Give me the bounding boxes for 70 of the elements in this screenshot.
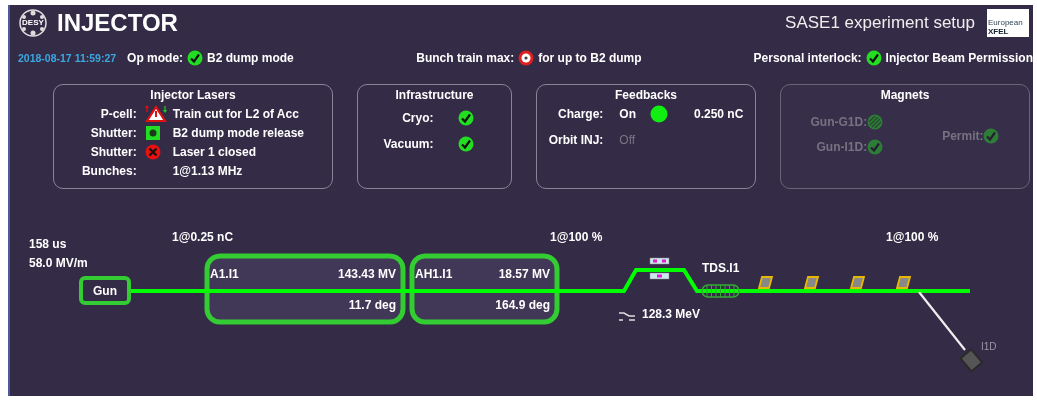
status-square-icon (144, 124, 161, 141)
setup-label: SASE1 experiment setup (785, 12, 975, 33)
check-icon (187, 50, 204, 66)
status-label: Bunch train max: (416, 51, 515, 65)
dump-line (918, 291, 966, 351)
limit-icon (518, 50, 535, 66)
state-value: Off (619, 132, 636, 147)
cavity-phase: 164.9 deg (495, 298, 550, 312)
check-icon (983, 127, 1000, 144)
check-icon (457, 135, 474, 152)
panel-title: Infrastructure (394, 87, 475, 104)
tds-label: TDS.I1 (702, 261, 740, 275)
gun-parameter: 158 us (29, 237, 67, 251)
field-label: Gun-G1D: (810, 114, 868, 129)
dump-label: I1D (981, 341, 997, 352)
status-value: B2 dump mode (207, 51, 294, 65)
charge-label: 1@0.25 nC (172, 230, 234, 244)
field-value: 0.250 nC (694, 107, 744, 121)
field-value: Train cut for L2 of Acc (172, 106, 300, 121)
field-label: Permit: (942, 128, 984, 143)
warning-icon (144, 105, 167, 122)
field-label: Shutter: (89, 125, 137, 140)
gun-parameter: 58.0 MV/m (29, 256, 88, 270)
screen-icon (757, 276, 774, 289)
desy-logo: DESY (19, 8, 47, 37)
check-icon (865, 50, 882, 66)
gun-label: Gun (93, 284, 117, 298)
xfel-logo: European XFEL (987, 8, 1029, 37)
cavity-name: A1.I1 (210, 267, 239, 281)
energy-label: 128.3 MeV (642, 307, 701, 321)
panel-title: Injector Lasers (149, 87, 237, 104)
status-value: for up to B2 dump (538, 51, 642, 65)
status-value: Injector Beam Permission (885, 51, 1033, 65)
cross-icon (144, 143, 161, 160)
field-label: Shutter: (89, 144, 137, 159)
screen-icon (803, 276, 820, 289)
gun-frame (79, 276, 131, 305)
field-label: Gun-I1D: (815, 139, 868, 154)
field-value: 1@1.13 MHz (172, 163, 244, 178)
field-label: Cryo: (401, 110, 434, 125)
cavity-phase: 11.7 deg (348, 298, 396, 312)
field-value: B2 dump mode release (172, 125, 305, 140)
tds-cavity-icon (701, 284, 740, 298)
field-label: Orbit INJ: (548, 132, 604, 147)
screen-icon (895, 276, 912, 289)
status-dot-icon (650, 105, 668, 123)
magnet-icon (649, 257, 670, 265)
cavity-voltage: 143.43 MV (337, 267, 396, 281)
panel-title: Feedbacks (613, 87, 678, 104)
cavity-voltage: 18.57 MV (498, 267, 550, 281)
transmission-label: 1@100 % (550, 230, 603, 244)
timestamp: 2018-08-17 11:59:27 (18, 52, 117, 64)
page-title: INJECTOR (57, 8, 179, 37)
status-label: Personal interlock: (753, 51, 862, 65)
panel-title: Magnets (879, 87, 931, 104)
screen-icon (849, 276, 866, 289)
status-label: Op mode: (127, 51, 184, 65)
cavity-name: AH1.I1 (415, 267, 453, 281)
hatched-circle-icon (867, 113, 884, 130)
field-label: Charge: (556, 107, 604, 121)
state-value: On (619, 107, 636, 121)
check-icon (867, 138, 884, 155)
magnet-icon (649, 272, 670, 280)
transmission-label: 1@100 % (886, 230, 939, 244)
field-label: P-cell: (99, 106, 137, 121)
field-label: Vacuum: (383, 136, 434, 151)
chicane-icon (618, 312, 636, 321)
field-value: Laser 1 closed (172, 144, 258, 159)
check-icon (457, 109, 474, 126)
field-label: Bunches: (81, 163, 137, 178)
